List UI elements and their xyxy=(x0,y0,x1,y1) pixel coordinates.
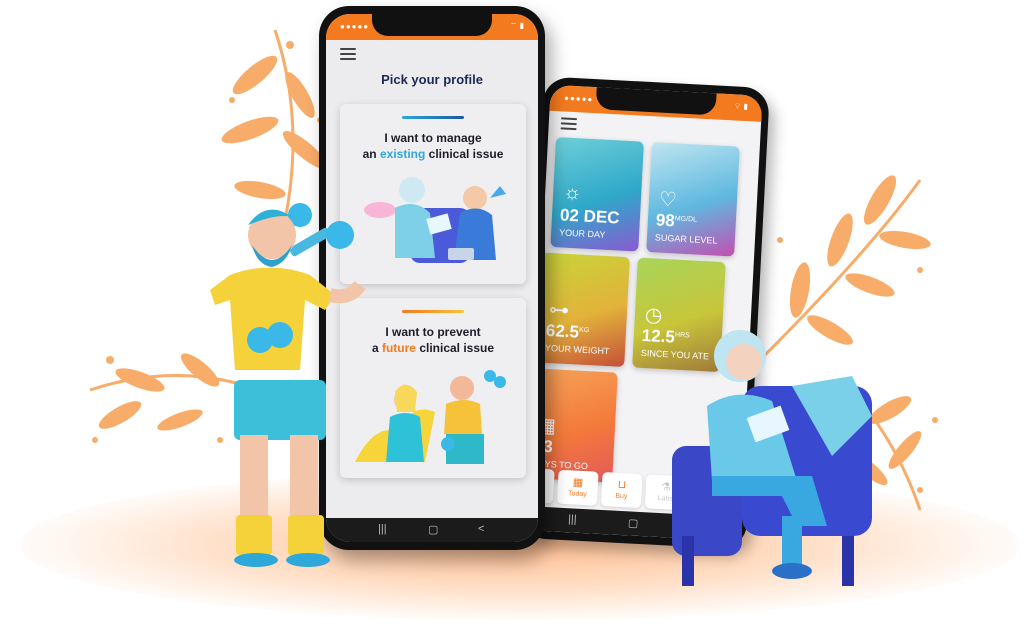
basket-icon: ⊔ xyxy=(617,478,627,492)
back-button[interactable]: < xyxy=(478,523,484,535)
tile-your-day[interactable]: ☼ 02 DEC YOUR DAY xyxy=(550,137,644,252)
tile-value: 98 xyxy=(655,210,676,231)
card-accent-bar xyxy=(402,310,464,313)
card-line1: I want to prevent xyxy=(385,325,481,339)
tile-label: YOUR DAY xyxy=(558,227,606,240)
phone-notch xyxy=(595,85,717,116)
card-line2-suffix: clinical issue xyxy=(425,147,504,161)
hero-illustration: ●●●●● ⌔ ▮ ☼ 02 DEC YOUR DAY ♡ 98MG/DL SU… xyxy=(0,0,1034,625)
card-accent-bar xyxy=(402,116,464,119)
card-line2-prefix: an xyxy=(362,147,380,161)
card-highlight: existing xyxy=(379,147,426,161)
card-title: I want to manage an existing clinical is… xyxy=(340,130,526,162)
card-highlight: future xyxy=(381,341,416,355)
tile-value: 02 DEC xyxy=(559,205,620,228)
tab-buy[interactable]: ⊔ Buy xyxy=(600,471,643,509)
sun-icon: ☼ xyxy=(562,181,583,205)
tab-today[interactable]: ▦ Today xyxy=(556,469,599,506)
card-line2-suffix: clinical issue xyxy=(415,341,495,355)
wifi-battery-icon: ⌔ ▮ xyxy=(509,21,524,30)
status-bar: ●●●●● ⌔ ▮ xyxy=(549,84,763,122)
tile-your-weight[interactable]: ⊶ 62.5KG YOUR WEIGHT xyxy=(536,252,630,367)
dumbbell-icon: ⊶ xyxy=(548,298,570,323)
home-button[interactable]: ▢ xyxy=(428,523,438,536)
tab-label: Buy xyxy=(615,492,628,501)
calendar-icon: ▦ xyxy=(572,476,584,489)
tile-value: 12.5 xyxy=(641,325,676,347)
phone-notch xyxy=(372,14,492,36)
card-line1: I want to manage xyxy=(384,131,482,145)
man-with-dumbbells-illustration xyxy=(210,203,366,567)
tab-label: Today xyxy=(567,490,587,499)
heartbeat-icon: ♡ xyxy=(658,188,678,212)
clock-icon: ◷ xyxy=(644,304,663,327)
tile-sugar-level[interactable]: ♡ 98MG/DL SUGAR LEVEL xyxy=(646,142,740,257)
wifi-battery-icon: ⌔ ▮ xyxy=(733,101,749,112)
hamburger-icon[interactable] xyxy=(340,48,356,60)
signal-dots-icon: ●●●●● xyxy=(563,93,594,104)
home-button[interactable]: ▢ xyxy=(628,516,639,530)
tile-label: YOUR WEIGHT xyxy=(544,342,610,357)
tile-value: 62.5 xyxy=(545,320,580,342)
woman-reading-armchair-illustration xyxy=(672,330,872,586)
tile-unit: KG xyxy=(578,326,590,335)
signal-dots-icon: ●●●●● xyxy=(340,22,370,31)
status-bar: ●●●●● ⌔ ▮ xyxy=(326,14,538,40)
page-title: Pick your profile xyxy=(381,72,483,87)
recent-apps-button[interactable]: ||| xyxy=(568,513,577,525)
hamburger-icon[interactable] xyxy=(560,117,578,131)
tile-label: SUGAR LEVEL xyxy=(654,232,718,246)
tile-unit: MG/DL xyxy=(674,215,698,224)
